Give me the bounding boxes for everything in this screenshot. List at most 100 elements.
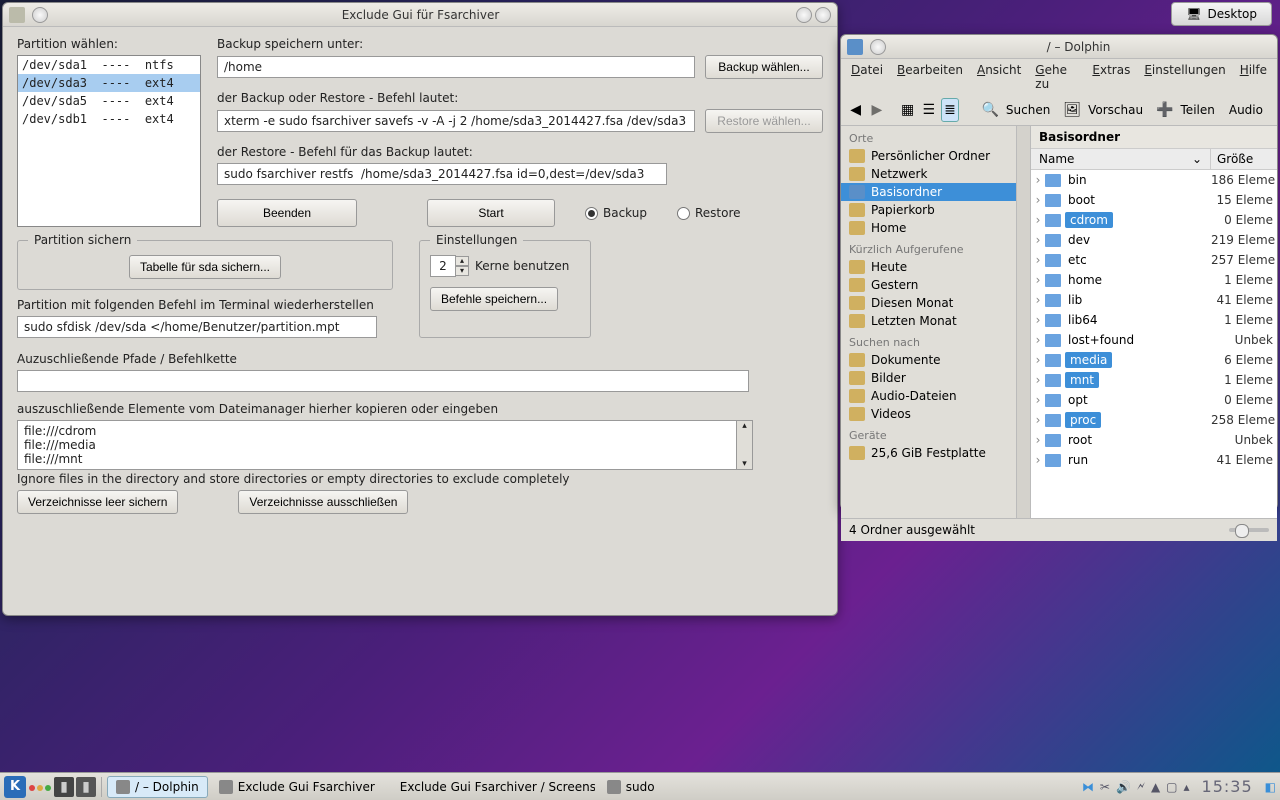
- file-row[interactable]: ›dev219 Eleme: [1031, 230, 1277, 250]
- place-item[interactable]: Letzten Monat: [841, 312, 1030, 330]
- taskbar-item[interactable]: / – Dolphin: [107, 776, 208, 798]
- compact-view-button[interactable]: ☰: [920, 98, 937, 122]
- network-icon[interactable]: ▲: [1151, 780, 1160, 794]
- notifications-icon[interactable]: ▢: [1166, 780, 1177, 794]
- file-row[interactable]: ›bin186 Eleme: [1031, 170, 1277, 190]
- dolphin-menubar[interactable]: DateiBearbeitenAnsichtGehe zuExtrasEinst…: [841, 59, 1277, 95]
- taskbar-item[interactable]: sudo: [598, 776, 664, 798]
- partition-item[interactable]: /dev/sda1 ---- ntfs: [18, 56, 200, 74]
- audio-label[interactable]: Audio: [1229, 103, 1263, 117]
- window-menu-button[interactable]: [32, 7, 48, 23]
- partition-item[interactable]: /dev/sdb1 ---- ext4: [18, 110, 200, 128]
- restore-command-input[interactable]: [217, 163, 667, 185]
- icons-view-button[interactable]: ▦: [899, 98, 916, 122]
- cores-spinbox[interactable]: ▴▾: [430, 255, 469, 277]
- file-row[interactable]: ›run41 Eleme: [1031, 450, 1277, 470]
- expand-icon[interactable]: ›: [1031, 333, 1045, 347]
- forward-button[interactable]: ▶: [868, 98, 885, 122]
- menu-item[interactable]: Extras: [1092, 63, 1130, 91]
- place-item[interactable]: Papierkorb: [841, 201, 1030, 219]
- search-icon[interactable]: 🔍: [980, 98, 999, 122]
- partition-listbox[interactable]: /dev/sda1 ---- ntfs/dev/sda3 ---- ext4/d…: [17, 55, 201, 227]
- expand-icon[interactable]: ›: [1031, 353, 1045, 367]
- file-row[interactable]: ›boot15 Eleme: [1031, 190, 1277, 210]
- cores-input[interactable]: [430, 255, 456, 277]
- scroll-down-icon[interactable]: ▾: [737, 459, 752, 469]
- taskbar-item[interactable]: Exclude Gui Fsarchiver / Screens: [386, 776, 596, 798]
- taskbar-item[interactable]: Exclude Gui Fsarchiver: [210, 776, 384, 798]
- share-icon[interactable]: ➕: [1155, 98, 1174, 122]
- window-menu-button[interactable]: [870, 39, 886, 55]
- file-row[interactable]: ›proc258 Eleme: [1031, 410, 1277, 430]
- file-row[interactable]: ›etc257 Eleme: [1031, 250, 1277, 270]
- spin-down[interactable]: ▾: [455, 266, 469, 276]
- exclude-dirs-button[interactable]: Verzeichnisse ausschließen: [238, 490, 408, 514]
- breadcrumb[interactable]: Basisordner: [1031, 126, 1277, 149]
- preview-label[interactable]: Vorschau: [1088, 103, 1143, 117]
- sort-indicator-icon[interactable]: ⌄: [1192, 152, 1202, 166]
- volume-icon[interactable]: 🔊: [1116, 780, 1131, 794]
- exclude-line[interactable]: file:///mnt: [24, 452, 730, 466]
- start-button[interactable]: Start: [427, 199, 555, 227]
- column-name[interactable]: Name: [1039, 152, 1074, 166]
- menu-item[interactable]: Gehe zu: [1035, 63, 1078, 91]
- zoom-slider[interactable]: [1229, 528, 1269, 532]
- kickoff-button[interactable]: K: [4, 776, 26, 798]
- place-item[interactable]: Audio-Dateien: [841, 387, 1030, 405]
- place-item[interactable]: Basisordner: [841, 183, 1030, 201]
- exclude-list-box[interactable]: file:///cdromfile:///mediafile:///mnt: [17, 420, 737, 470]
- exclude-command-input[interactable]: [17, 370, 749, 392]
- battery-icon[interactable]: 🗲: [1137, 779, 1145, 794]
- minimize-button[interactable]: [796, 7, 812, 23]
- show-desktop-icon[interactable]: ◧: [1265, 780, 1276, 794]
- activity-pager[interactable]: [28, 780, 52, 794]
- places-scrollbar[interactable]: [1016, 126, 1030, 518]
- backup-radio[interactable]: Backup: [585, 206, 647, 220]
- expand-icon[interactable]: ›: [1031, 453, 1045, 467]
- place-item[interactable]: Home: [841, 219, 1030, 237]
- tray-expand-icon[interactable]: ▴: [1184, 780, 1190, 794]
- place-item[interactable]: 25,6 GiB Festplatte: [841, 444, 1030, 462]
- expand-icon[interactable]: ›: [1031, 393, 1045, 407]
- file-row[interactable]: ›lib41 Eleme: [1031, 290, 1277, 310]
- file-row[interactable]: ›home1 Eleme: [1031, 270, 1277, 290]
- partition-item[interactable]: /dev/sda5 ---- ext4: [18, 92, 200, 110]
- partition-item[interactable]: /dev/sda3 ---- ext4: [18, 74, 200, 92]
- file-row[interactable]: ›lost+foundUnbek: [1031, 330, 1277, 350]
- expand-icon[interactable]: ›: [1031, 193, 1045, 207]
- restore-radio[interactable]: Restore: [677, 206, 741, 220]
- save-table-button[interactable]: Tabelle für sda sichern...: [129, 255, 281, 279]
- place-item[interactable]: Heute: [841, 258, 1030, 276]
- file-row[interactable]: ›opt0 Eleme: [1031, 390, 1277, 410]
- expand-icon[interactable]: ›: [1031, 313, 1045, 327]
- exclude-line[interactable]: file:///cdrom: [24, 424, 730, 438]
- place-item[interactable]: Netzwerk: [841, 165, 1030, 183]
- preview-icon[interactable]: 🖼: [1062, 98, 1082, 122]
- menu-item[interactable]: Einstellungen: [1144, 63, 1225, 91]
- scroll-up-icon[interactable]: ▴: [737, 421, 752, 431]
- place-item[interactable]: Diesen Monat: [841, 294, 1030, 312]
- fsarchiver-titlebar[interactable]: Exclude Gui für Fsarchiver: [3, 3, 837, 27]
- expand-icon[interactable]: ›: [1031, 173, 1045, 187]
- expand-icon[interactable]: ›: [1031, 373, 1045, 387]
- expand-icon[interactable]: ›: [1031, 293, 1045, 307]
- command-input[interactable]: [217, 110, 695, 132]
- place-item[interactable]: Persönlicher Ordner: [841, 147, 1030, 165]
- expand-icon[interactable]: ›: [1031, 213, 1045, 227]
- dolphin-titlebar[interactable]: / – Dolphin: [841, 35, 1277, 59]
- place-item[interactable]: Bilder: [841, 369, 1030, 387]
- save-commands-button[interactable]: Befehle speichern...: [430, 287, 558, 311]
- menu-item[interactable]: Datei: [851, 63, 883, 91]
- expand-icon[interactable]: ›: [1031, 433, 1045, 447]
- close-button[interactable]: [815, 7, 831, 23]
- expand-icon[interactable]: ›: [1031, 273, 1045, 287]
- column-size[interactable]: Größe: [1211, 149, 1277, 169]
- bluetooth-icon[interactable]: ⧓: [1082, 780, 1094, 794]
- backup-path-input[interactable]: [217, 56, 695, 78]
- expand-icon[interactable]: ›: [1031, 413, 1045, 427]
- clock[interactable]: 15:35: [1202, 777, 1253, 796]
- place-item[interactable]: Gestern: [841, 276, 1030, 294]
- back-button[interactable]: ◀: [847, 98, 864, 122]
- file-row[interactable]: ›mnt1 Eleme: [1031, 370, 1277, 390]
- backup-choose-button[interactable]: Backup wählen...: [705, 55, 823, 79]
